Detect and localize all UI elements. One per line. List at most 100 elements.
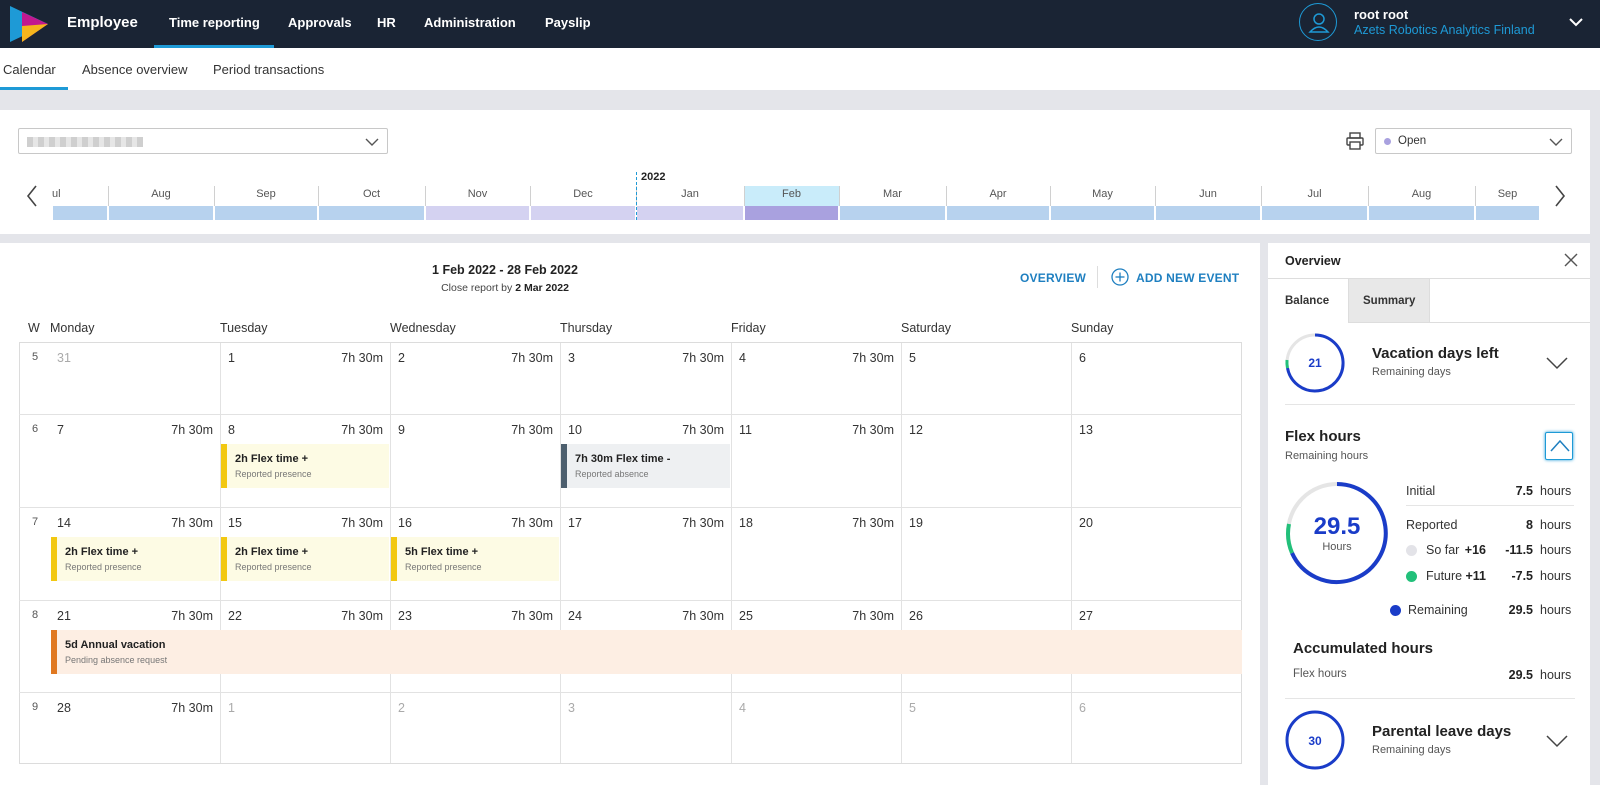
day-scheduled-hours: 7h 30m — [171, 516, 213, 530]
user-organization[interactable]: Azets Robotics Analytics Finland — [1354, 23, 1535, 37]
chevron-down-icon[interactable] — [1545, 356, 1569, 370]
chevron-down-icon[interactable] — [1545, 734, 1569, 748]
timeline-bar-8[interactable] — [745, 206, 838, 220]
timeline-month-15[interactable]: Sep — [1475, 188, 1540, 200]
day-cell[interactable] — [1071, 692, 1242, 764]
timeline-bar-11[interactable] — [1051, 206, 1154, 220]
add-circle-icon[interactable] — [1111, 268, 1129, 286]
parental-leave-value: 30 — [1308, 734, 1322, 748]
timeline-month-5[interactable]: Nov — [425, 188, 530, 200]
nav-hr[interactable]: HR — [377, 15, 396, 30]
timeline-month-2[interactable]: Aug — [108, 188, 214, 200]
chevron-down-icon — [1549, 138, 1563, 146]
timeline-bar-9[interactable] — [840, 206, 945, 220]
day-cell[interactable] — [901, 507, 1071, 600]
day-cell[interactable] — [1071, 414, 1242, 507]
timeline-bar-14[interactable] — [1369, 206, 1474, 220]
day-cell[interactable] — [731, 692, 901, 764]
timeline-bar-5[interactable] — [426, 206, 529, 220]
flex-initial-value: 7.5 — [1515, 484, 1533, 498]
timeline-prev-arrow-icon[interactable] — [25, 184, 39, 208]
calendar-event[interactable]: 7h 30m Flex time - Reported absence — [561, 444, 730, 488]
timeline-month-4[interactable]: Oct — [318, 188, 425, 200]
flex-so-far-unit: hours — [1540, 543, 1572, 557]
day-number: 13 — [1079, 423, 1093, 437]
day-cell[interactable] — [901, 414, 1071, 507]
day-scheduled-hours: 7h 30m — [682, 423, 724, 437]
calendar-event[interactable]: 5d Annual vacation Pending absence reques… — [51, 630, 1242, 674]
tab-period-transactions[interactable]: Period transactions — [213, 62, 324, 77]
tab-calendar[interactable]: Calendar — [3, 62, 56, 77]
day-scheduled-hours: 7h 30m — [511, 423, 553, 437]
flex-reported-value: 8 — [1526, 518, 1533, 532]
calendar-event[interactable]: 2h Flex time + Reported presence — [221, 444, 389, 488]
flex-so-far-plus: +16 — [1464, 543, 1486, 557]
flex-initial-unit: hours — [1540, 484, 1572, 498]
timeline-bar-13[interactable] — [1262, 206, 1367, 220]
status-select[interactable]: Open — [1375, 128, 1572, 154]
timeline-month-13[interactable]: Jul — [1261, 188, 1368, 200]
timeline-month-10[interactable]: Apr — [946, 188, 1050, 200]
user-avatar[interactable] — [1299, 3, 1337, 41]
week-number: 9 — [32, 701, 39, 713]
timeline-bar-15[interactable] — [1476, 206, 1539, 220]
day-cell[interactable] — [1071, 507, 1242, 600]
user-name[interactable]: root root — [1354, 7, 1408, 22]
timeline-tick — [946, 186, 947, 206]
timeline-month-3[interactable]: Sep — [214, 188, 318, 200]
timeline-month-1[interactable]: ul — [52, 188, 108, 200]
nav-time-reporting[interactable]: Time reporting — [169, 15, 260, 30]
overview-button[interactable]: OVERVIEW — [1020, 271, 1086, 285]
day-cell[interactable] — [901, 342, 1071, 414]
day-number: 22 — [228, 609, 242, 623]
timeline-next-arrow-icon[interactable] — [1553, 184, 1567, 208]
nav-administration[interactable]: Administration — [424, 15, 516, 30]
timeline-bar-10[interactable] — [947, 206, 1049, 220]
timeline-month-14[interactable]: Aug — [1368, 188, 1475, 200]
timeline-bar-4[interactable] — [319, 206, 424, 220]
tab-absence-overview[interactable]: Absence overview — [82, 62, 188, 77]
timeline-bar-7[interactable] — [637, 206, 743, 220]
calendar-event[interactable]: 2h Flex time + Reported presence — [221, 537, 389, 581]
employee-select[interactable] — [18, 128, 388, 154]
day-cell[interactable] — [220, 692, 390, 764]
day-cell[interactable] — [560, 692, 731, 764]
tab-balance[interactable]: Balance — [1268, 279, 1348, 323]
timeline-bar-6[interactable] — [531, 206, 635, 220]
tab-summary[interactable]: Summary — [1348, 279, 1430, 323]
weekday-saturday: Saturday — [901, 321, 952, 335]
app-title[interactable]: Employee — [67, 14, 138, 31]
print-icon[interactable] — [1345, 131, 1365, 151]
timeline-month-6[interactable]: Dec — [530, 188, 636, 200]
add-new-event-button[interactable]: ADD NEW EVENT — [1136, 271, 1239, 285]
timeline-month-12[interactable]: Jun — [1155, 188, 1261, 200]
timeline-month-11[interactable]: May — [1050, 188, 1155, 200]
calendar-event[interactable]: 5h Flex time + Reported presence — [391, 537, 559, 581]
day-number: 27 — [1079, 609, 1093, 623]
app-logo-icon[interactable] — [8, 4, 50, 44]
timeline-month-8[interactable]: Feb — [744, 188, 839, 200]
flex-future-minus: -7.5 — [1511, 569, 1533, 583]
nav-payslip[interactable]: Payslip — [545, 15, 591, 30]
accumulated-flex-value: 29.5 — [1508, 668, 1533, 682]
weekday-friday: Friday — [731, 321, 766, 335]
day-number: 18 — [739, 516, 753, 530]
vacation-days-subtitle: Remaining days — [1372, 366, 1451, 378]
timeline-bar-3[interactable] — [215, 206, 317, 220]
timeline-bar-1[interactable] — [53, 206, 107, 220]
timeline-month-9[interactable]: Mar — [839, 188, 946, 200]
timeline-month-7[interactable]: Jan — [636, 188, 744, 200]
chevron-down-icon[interactable] — [1568, 14, 1584, 30]
timeline-bar-2[interactable] — [109, 206, 213, 220]
day-cell[interactable] — [901, 692, 1071, 764]
day-cell[interactable] — [49, 342, 220, 414]
calendar-event[interactable]: 2h Flex time + Reported presence — [51, 537, 219, 581]
flex-hours-collapse-button[interactable] — [1545, 432, 1573, 460]
nav-approvals[interactable]: Approvals — [288, 15, 352, 30]
close-icon[interactable] — [1564, 253, 1578, 267]
day-scheduled-hours: 7h 30m — [341, 609, 383, 623]
day-cell[interactable] — [1071, 342, 1242, 414]
remaining-dot — [1390, 605, 1401, 616]
timeline-bar-12[interactable] — [1156, 206, 1260, 220]
day-cell[interactable] — [390, 692, 560, 764]
